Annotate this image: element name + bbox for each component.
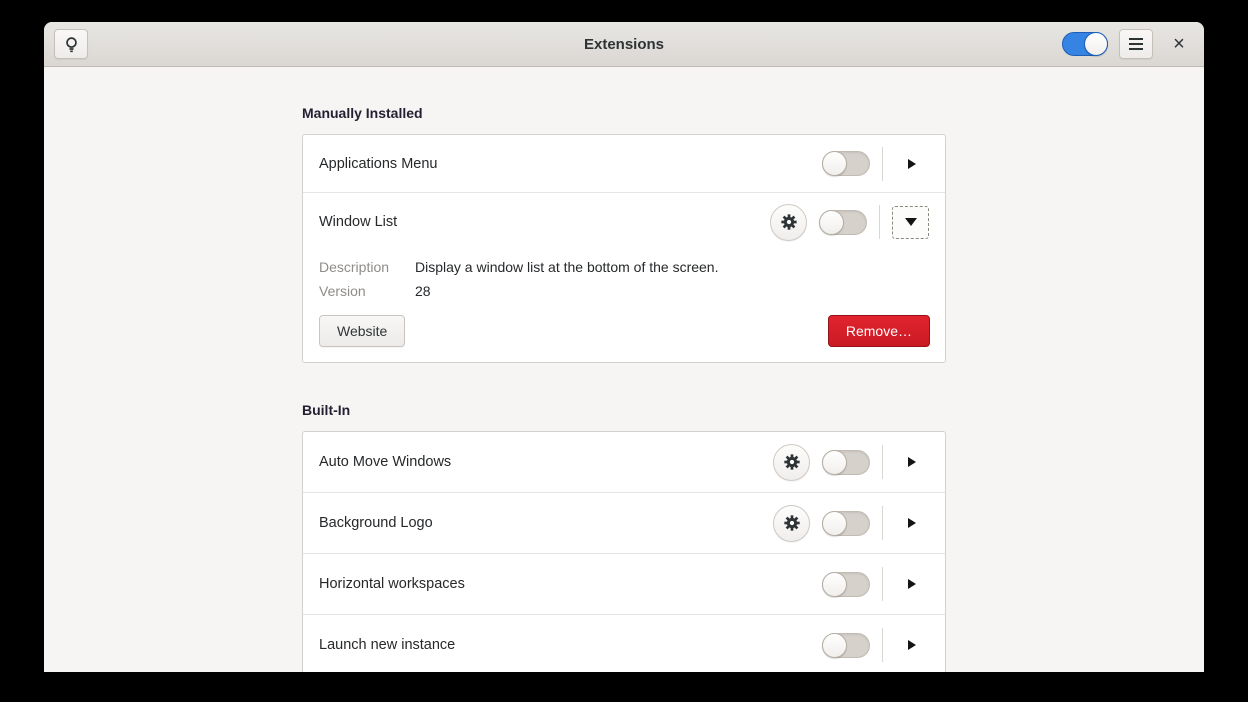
version-value: 28 (415, 279, 431, 303)
separator (882, 567, 883, 601)
extensions-window: Extensions × Manually Installed Applicat… (44, 22, 1204, 672)
gear-icon (780, 213, 798, 231)
toggle-knob (822, 151, 847, 176)
window-list-collapse-button[interactable] (892, 206, 929, 239)
extension-name: Launch new instance (319, 637, 455, 653)
chevron-down-icon (905, 218, 917, 226)
website-button[interactable]: Website (319, 315, 405, 347)
toggle-knob (822, 511, 847, 536)
toggle-knob (1084, 32, 1108, 56)
auto-move-windows-settings-button[interactable] (773, 444, 810, 481)
window-list-settings-button[interactable] (770, 204, 807, 241)
separator (879, 205, 880, 239)
gear-icon (783, 514, 801, 532)
headerbar-right-controls: × (1062, 29, 1194, 59)
separator (882, 506, 883, 540)
chevron-right-icon (908, 457, 916, 467)
separator (882, 628, 883, 662)
description-line: Description Display a window list at the… (319, 255, 929, 279)
background-logo-toggle[interactable] (822, 511, 870, 536)
global-extensions-toggle[interactable] (1062, 32, 1108, 56)
toggle-knob (819, 210, 844, 235)
background-logo-settings-button[interactable] (773, 505, 810, 542)
chevron-right-icon (908, 640, 916, 650)
built-in-card: Auto Move Windows (302, 431, 946, 672)
extension-row-background-logo: Background Logo (303, 493, 945, 553)
row-controls (822, 147, 929, 181)
row-controls (822, 628, 929, 662)
close-button[interactable]: × (1164, 29, 1194, 59)
menu-button[interactable] (1119, 29, 1153, 59)
auto-move-windows-toggle[interactable] (822, 450, 870, 475)
manually-installed-card: Applications Menu Wind (302, 134, 946, 363)
row-controls (770, 204, 929, 241)
separator (882, 147, 883, 181)
chevron-right-icon (908, 518, 916, 528)
extension-name: Auto Move Windows (319, 454, 451, 470)
window-list-toggle[interactable] (819, 210, 867, 235)
horizontal-workspaces-toggle[interactable] (822, 572, 870, 597)
window-list-actions: Website Remove… (303, 303, 945, 362)
extension-name: Horizontal workspaces (319, 576, 465, 592)
row-controls (773, 505, 929, 542)
gear-icon (783, 453, 801, 471)
screen: { "header": { "title": "Extensions", "gl… (0, 0, 1248, 702)
headerbar: Extensions × (44, 22, 1204, 67)
extension-row-applications-menu: Applications Menu (303, 135, 945, 192)
section-label-manually-installed: Manually Installed (302, 105, 946, 121)
window-list-header: Window List (303, 193, 945, 251)
background-logo-expand-button[interactable] (895, 506, 929, 540)
row-controls (822, 567, 929, 601)
separator (882, 445, 883, 479)
about-button[interactable] (54, 29, 88, 59)
window-list-details: Description Display a window list at the… (303, 251, 945, 303)
extension-row-launch-new-instance: Launch new instance (303, 615, 945, 672)
toggle-knob (822, 572, 847, 597)
launch-new-instance-toggle[interactable] (822, 633, 870, 658)
applications-menu-expand-button[interactable] (895, 147, 929, 181)
lightbulb-icon (63, 36, 80, 53)
section-label-built-in: Built-In (302, 402, 946, 418)
extensions-list-column: Manually Installed Applications Menu (302, 105, 946, 672)
content-area: Manually Installed Applications Menu (44, 67, 1204, 672)
auto-move-windows-expand-button[interactable] (895, 445, 929, 479)
extension-row-auto-move-windows: Auto Move Windows (303, 432, 945, 492)
version-label: Version (319, 279, 415, 303)
extension-name: Background Logo (319, 515, 433, 531)
applications-menu-toggle[interactable] (822, 151, 870, 176)
extension-name: Applications Menu (319, 156, 438, 172)
description-value: Display a window list at the bottom of t… (415, 255, 718, 279)
hamburger-icon (1129, 38, 1143, 50)
extension-row-window-list: Window List (303, 193, 945, 362)
window-title: Extensions (44, 36, 1204, 53)
remove-button[interactable]: Remove… (828, 315, 930, 347)
horizontal-workspaces-expand-button[interactable] (895, 567, 929, 601)
row-controls (773, 444, 929, 481)
toggle-knob (822, 450, 847, 475)
version-line: Version 28 (319, 279, 929, 303)
toggle-knob (822, 633, 847, 658)
description-label: Description (319, 255, 415, 279)
extension-name: Window List (319, 214, 397, 230)
chevron-right-icon (908, 579, 916, 589)
close-icon: × (1173, 30, 1185, 58)
extension-row-horizontal-workspaces: Horizontal workspaces (303, 554, 945, 614)
chevron-right-icon (908, 159, 916, 169)
launch-new-instance-expand-button[interactable] (895, 628, 929, 662)
